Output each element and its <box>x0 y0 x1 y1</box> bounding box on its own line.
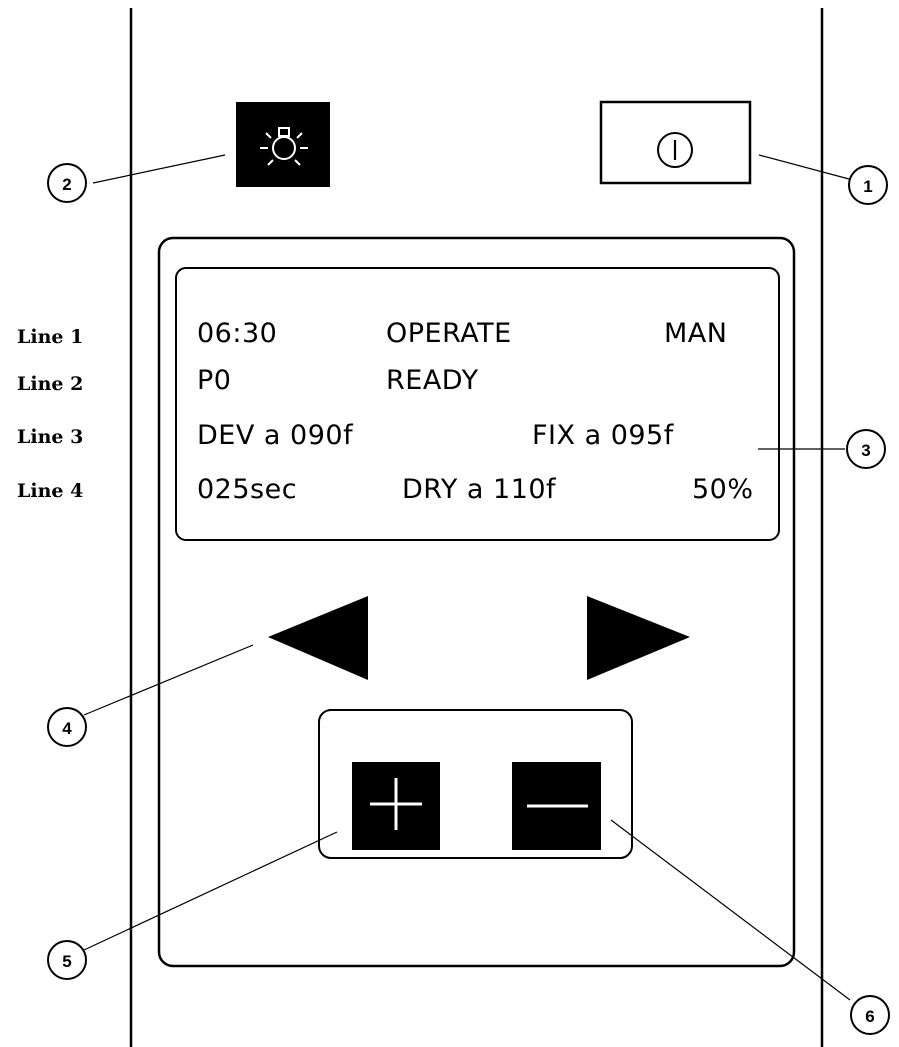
line-label-3: Line 3 <box>17 426 84 448</box>
lcd-control-mode: MAN <box>664 318 728 349</box>
minus-button[interactable] <box>512 762 601 850</box>
lcd-time: 06:30 <box>197 318 278 349</box>
line-label-4: Line 4 <box>17 480 84 502</box>
callout-1: 1 <box>848 165 888 205</box>
callout-3: 3 <box>846 429 886 469</box>
lcd-status: READY <box>386 365 479 396</box>
power-button[interactable] <box>599 100 752 185</box>
leader-line-1 <box>758 154 850 180</box>
callout-4: 4 <box>47 707 87 747</box>
plus-button[interactable] <box>352 762 440 850</box>
callout-2: 2 <box>47 163 87 203</box>
svg-text:5: 5 <box>62 952 71 971</box>
leader-line-2 <box>92 154 226 184</box>
light-button[interactable] <box>236 102 330 187</box>
lcd-cycle-time: 025sec <box>197 474 298 505</box>
lcd-mode: OPERATE <box>386 318 512 349</box>
callout-5: 5 <box>47 940 87 980</box>
svg-text:2: 2 <box>62 175 71 194</box>
lcd-program: P0 <box>197 365 232 396</box>
lcd-dry-percent: 50% <box>692 474 754 505</box>
panel-diagram: 1 2 3 4 5 6 <box>47 8 890 1047</box>
callout-6: 6 <box>850 995 890 1035</box>
svg-text:4: 4 <box>62 719 72 738</box>
svg-text:1: 1 <box>863 177 872 196</box>
line-label-1: Line 1 <box>17 326 84 348</box>
lcd-dry-temp: DRY a 110f <box>402 474 557 505</box>
svg-text:3: 3 <box>861 441 870 460</box>
svg-text:6: 6 <box>865 1007 874 1026</box>
lcd-fix-temp: FIX a 095f <box>532 420 674 451</box>
line-label-2: Line 2 <box>17 373 84 395</box>
lcd-dev-temp: DEV a 090f <box>197 420 354 451</box>
